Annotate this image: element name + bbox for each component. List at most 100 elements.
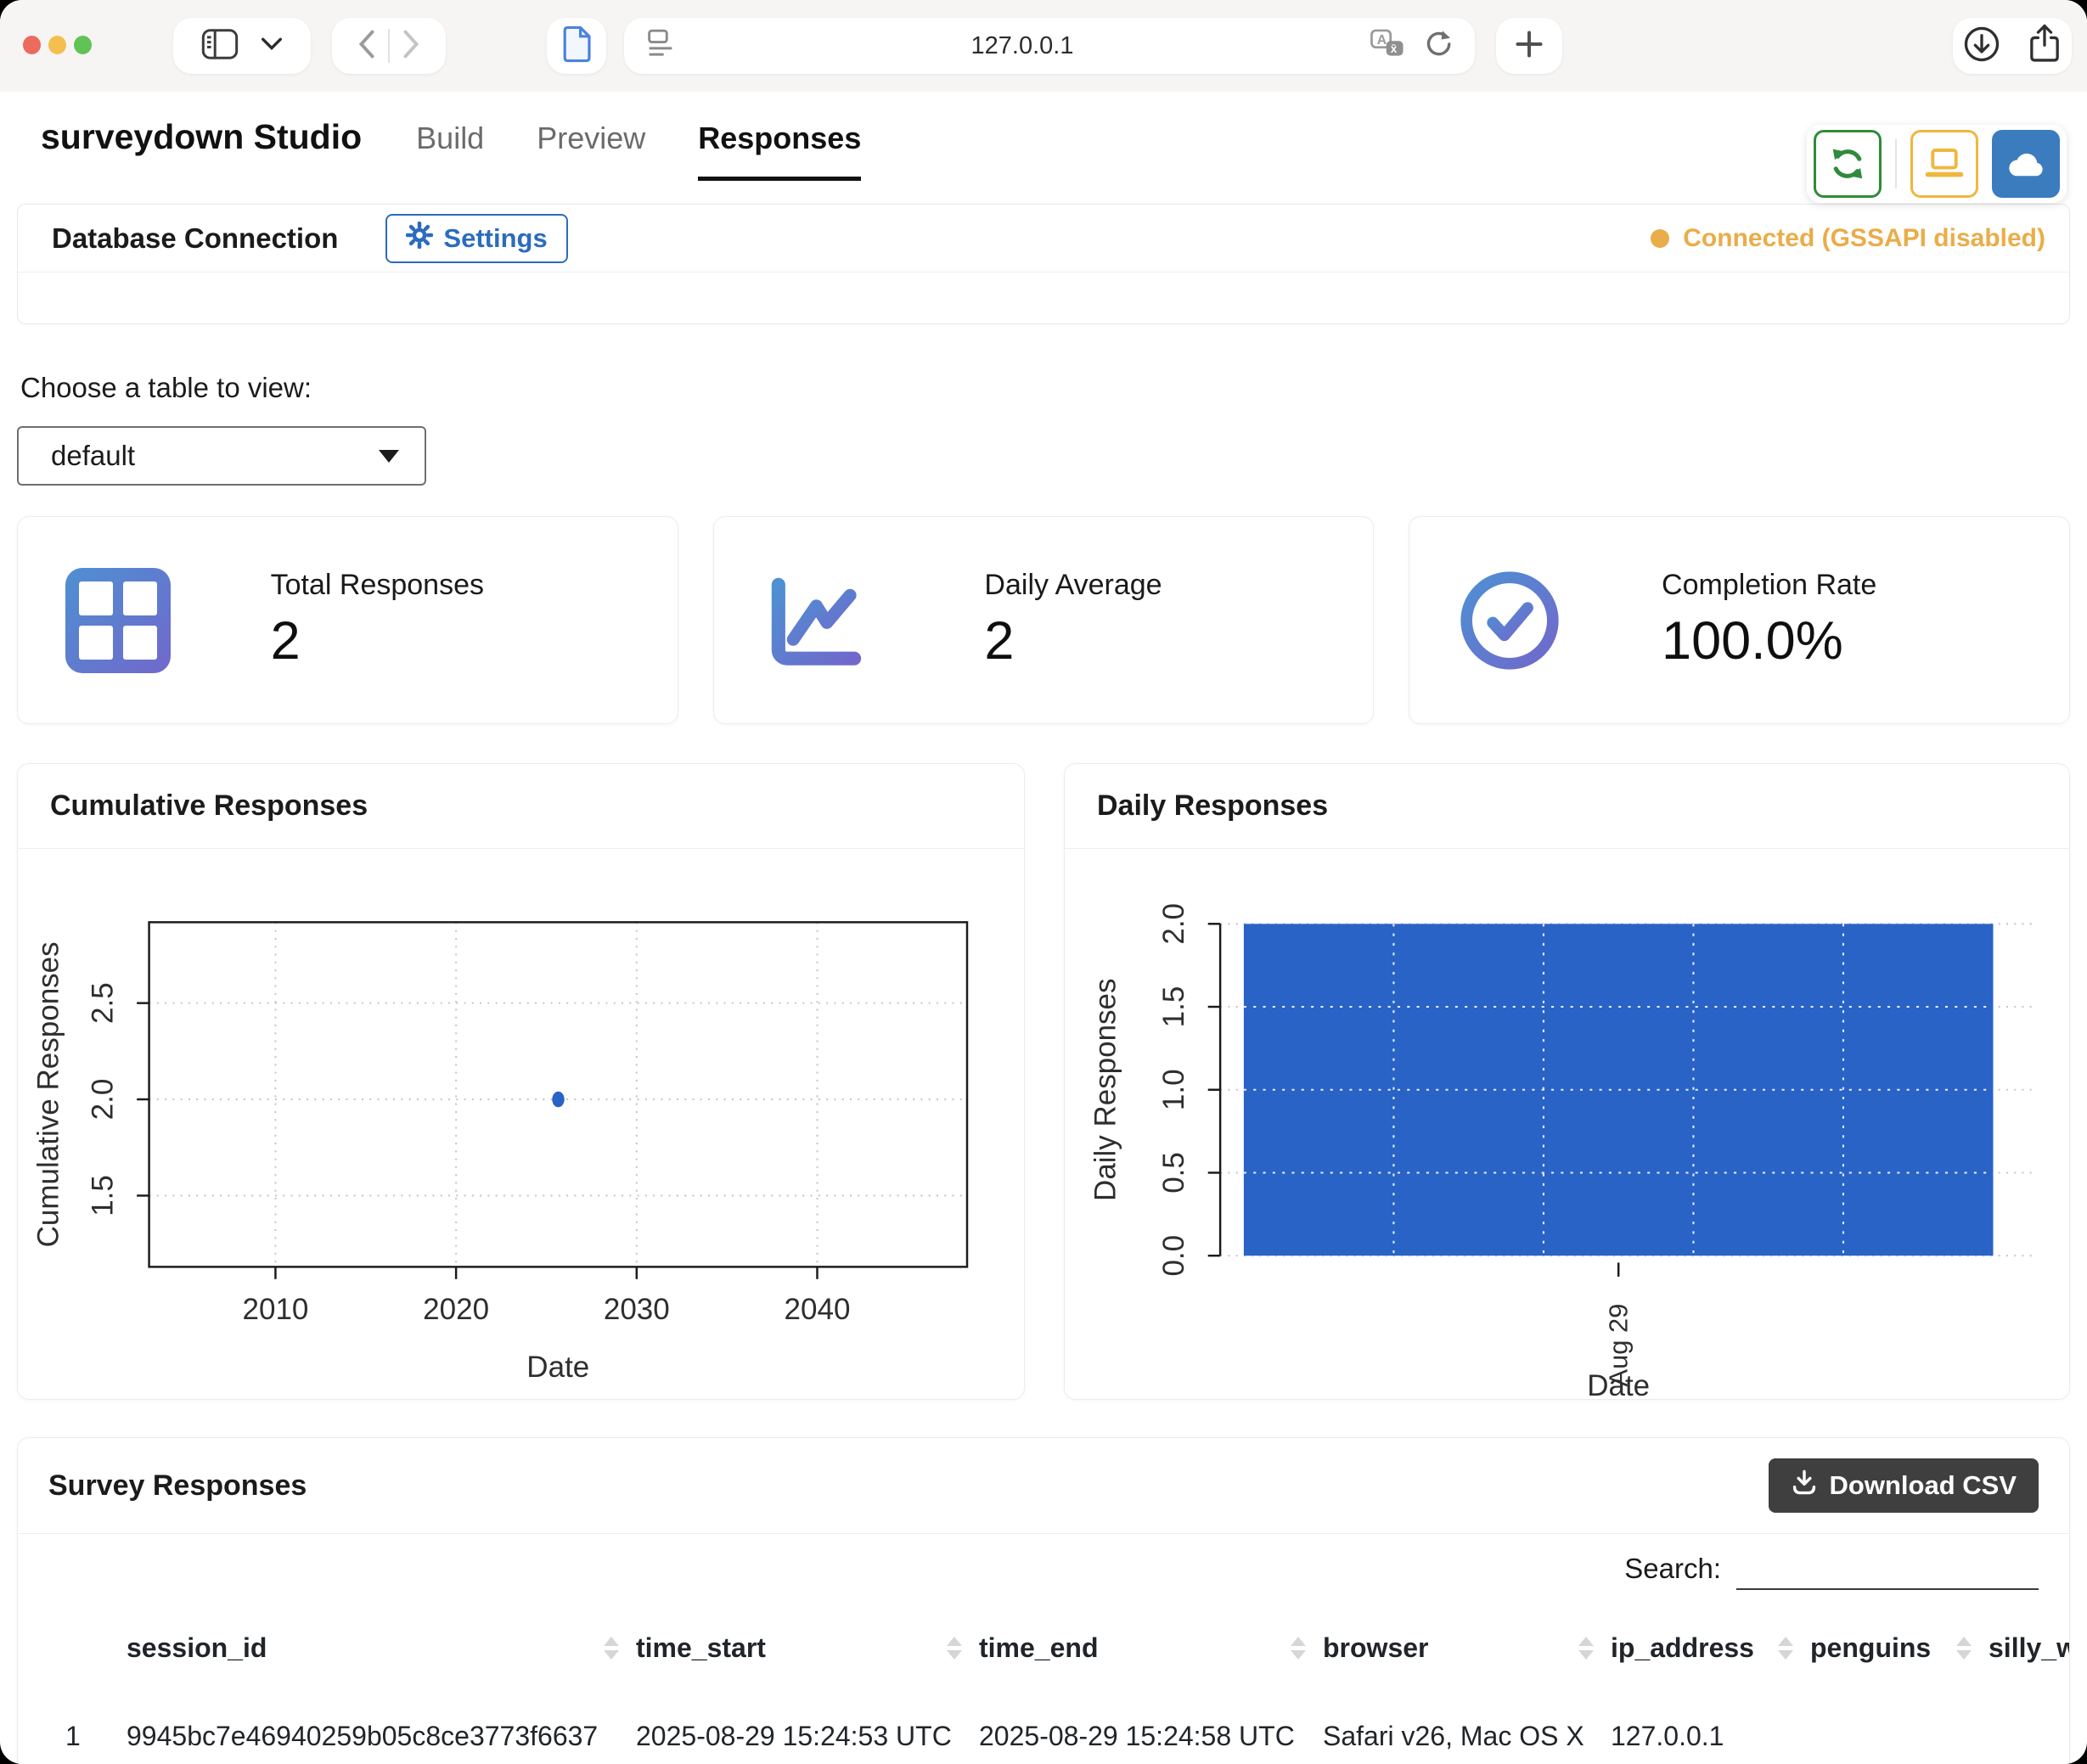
local-preview-button[interactable] — [1910, 130, 1978, 198]
translate-icon[interactable]: A x̄ — [1370, 28, 1405, 65]
stat-label: Total Responses — [271, 569, 484, 602]
column-header-session-id[interactable]: session_id — [127, 1615, 636, 1680]
column-header-penguins[interactable]: penguins — [1810, 1615, 1989, 1680]
db-panel-title: Database Connection — [52, 222, 338, 255]
address-bar[interactable]: 127.0.0.1 A x̄ — [624, 18, 1475, 74]
sidebar-toggle-icon[interactable] — [201, 28, 239, 65]
url-text[interactable]: 127.0.0.1 — [971, 32, 1074, 60]
toolbar-divider — [1895, 139, 1897, 188]
svg-text:0.0: 0.0 — [1157, 1235, 1190, 1277]
table-chooser-label: Choose a table to view: — [17, 372, 2070, 404]
db-settings-button[interactable]: Settings — [385, 214, 567, 263]
cell-silly-w — [1989, 1705, 2069, 1764]
responses-table-header: session_id time_start time_end browser i… — [65, 1615, 2069, 1680]
svg-text:Daily Responses: Daily Responses — [1089, 979, 1122, 1201]
svg-text:Date: Date — [526, 1351, 589, 1384]
column-header-silly-w[interactable]: silly_w — [1989, 1615, 2070, 1680]
chart-line-icon — [762, 568, 867, 673]
cell-ip-address: 127.0.0.1 — [1611, 1705, 1810, 1764]
downloads-icon[interactable] — [1962, 25, 2001, 68]
tab-responses[interactable]: Responses — [698, 121, 861, 181]
tab-bar: Build Preview Responses — [416, 121, 861, 181]
sort-icon — [1578, 1637, 1594, 1660]
cloud-deploy-button[interactable] — [1992, 130, 2060, 198]
browser-window: 127.0.0.1 A x̄ — [0, 0, 2087, 1764]
column-header-index — [65, 1615, 127, 1680]
cell-time-end: 2025-08-29 15:24:58 UTC — [979, 1705, 1323, 1764]
stat-card-completion-rate: Completion Rate 100.0% — [1409, 516, 2070, 724]
table-row: 1 9945bc7e46940259b05c8ce3773f6637 2025-… — [65, 1705, 2069, 1764]
cell-penguins — [1810, 1705, 1989, 1764]
daily-responses-chart: 0.00.51.01.52.0Daily ResponsesAug 29Date — [1065, 854, 2069, 1400]
stat-value: 2 — [984, 610, 1162, 671]
minimize-window-button[interactable] — [48, 36, 66, 54]
reader-view-icon[interactable] — [646, 28, 675, 65]
db-settings-label: Settings — [443, 223, 547, 254]
sort-icon — [604, 1637, 619, 1660]
stat-label: Daily Average — [984, 569, 1162, 602]
table-grid-icon — [65, 568, 171, 673]
download-csv-button[interactable]: Download CSV — [1769, 1458, 2039, 1513]
status-dot-icon — [1651, 229, 1669, 248]
svg-text:2.0: 2.0 — [1157, 903, 1190, 945]
refresh-button[interactable] — [1814, 130, 1882, 198]
nav-divider — [388, 29, 390, 63]
studio-action-buttons — [1807, 125, 2067, 203]
cell-row-number: 1 — [65, 1705, 127, 1764]
column-header-ip-address[interactable]: ip_address — [1611, 1615, 1810, 1680]
check-circle-icon — [1457, 568, 1562, 673]
column-header-browser[interactable]: browser — [1323, 1615, 1611, 1680]
stat-card-daily-average: Daily Average 2 — [713, 516, 1375, 724]
db-status: Connected (GSSAPI disabled) — [1651, 224, 2045, 253]
sort-icon — [1291, 1637, 1306, 1660]
stat-cards-row: Total Responses 2 Daily Average 2 — [17, 516, 2070, 724]
chevron-down-icon[interactable] — [261, 37, 283, 55]
cell-browser: Safari v26, Mac OS X — [1323, 1705, 1611, 1764]
svg-text:2010: 2010 — [242, 1293, 308, 1326]
table-select[interactable]: default — [17, 426, 426, 486]
search-input[interactable] — [1736, 1549, 2039, 1590]
sort-icon — [947, 1637, 962, 1660]
survey-responses-title: Survey Responses — [48, 1469, 307, 1503]
new-tab-icon[interactable] — [1516, 31, 1543, 62]
charts-row: Cumulative Responses 20102020203020401.5… — [17, 763, 2070, 1400]
document-tab-icon[interactable] — [560, 25, 593, 68]
column-header-time-start[interactable]: time_start — [636, 1615, 979, 1680]
svg-text:1.5: 1.5 — [86, 1175, 119, 1216]
svg-text:2.0: 2.0 — [86, 1079, 119, 1121]
zoom-window-button[interactable] — [74, 36, 92, 54]
reload-icon[interactable] — [1424, 29, 1453, 64]
sort-icon — [1956, 1637, 1972, 1660]
sort-icon — [1778, 1637, 1793, 1660]
svg-text:2030: 2030 — [604, 1293, 670, 1326]
back-button-icon[interactable] — [356, 30, 378, 63]
page-title: surveydown Studio — [41, 117, 362, 157]
close-window-button[interactable] — [23, 36, 41, 54]
stat-value: 100.0% — [1662, 610, 1876, 671]
tab-build[interactable]: Build — [416, 121, 484, 181]
stat-card-total-responses: Total Responses 2 — [17, 516, 678, 724]
svg-text:Date: Date — [1587, 1369, 1650, 1400]
cell-session-id: 9945bc7e46940259b05c8ce3773f6637 — [127, 1705, 636, 1764]
svg-text:0.5: 0.5 — [1157, 1152, 1190, 1194]
svg-text:Cumulative Responses: Cumulative Responses — [31, 941, 65, 1247]
share-icon[interactable] — [2027, 24, 2062, 69]
download-icon — [1791, 1469, 1818, 1503]
tab-preview[interactable]: Preview — [537, 121, 645, 181]
stat-value: 2 — [271, 610, 484, 671]
chart-title: Daily Responses — [1065, 764, 2069, 849]
cumulative-responses-card: Cumulative Responses 20102020203020401.5… — [17, 763, 1025, 1400]
forward-button-icon[interactable] — [400, 30, 422, 63]
chart-title: Cumulative Responses — [18, 764, 1024, 849]
cumulative-responses-chart: 20102020203020401.52.02.5Cumulative Resp… — [18, 854, 1024, 1400]
database-connection-panel: Database Connection — [17, 204, 2070, 324]
column-header-time-end[interactable]: time_end — [979, 1615, 1323, 1680]
traffic-lights — [23, 36, 92, 54]
svg-text:x̄: x̄ — [1391, 42, 1398, 54]
gear-icon — [406, 222, 433, 256]
svg-text:1.0: 1.0 — [1157, 1069, 1190, 1110]
db-status-text: Connected (GSSAPI disabled) — [1683, 224, 2045, 253]
svg-text:1.5: 1.5 — [1157, 986, 1190, 1028]
svg-text:A: A — [1377, 32, 1387, 48]
cell-time-start: 2025-08-29 15:24:53 UTC — [636, 1705, 979, 1764]
